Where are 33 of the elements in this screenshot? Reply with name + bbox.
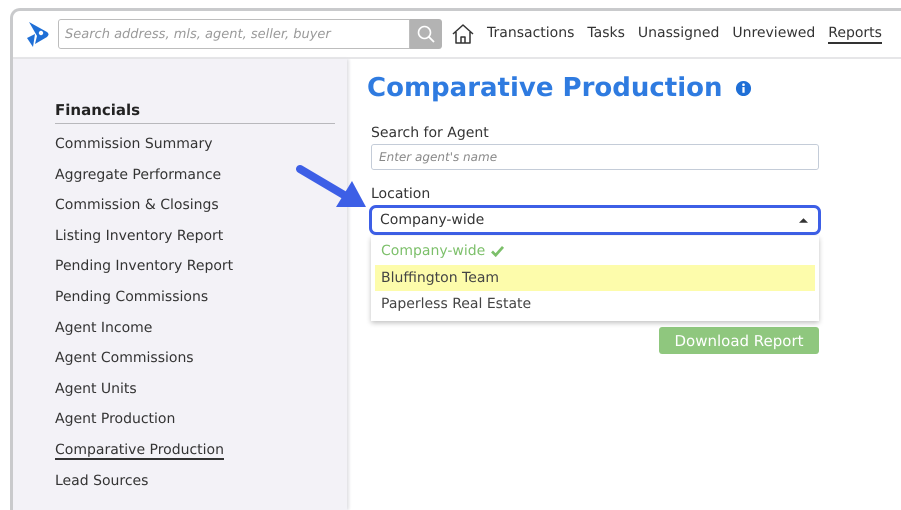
select-value: Company-wide xyxy=(380,212,484,228)
caret-icon xyxy=(799,217,808,223)
page-title: Comparative Production xyxy=(367,73,723,103)
sidebar-link[interactable]: Pending Inventory Report xyxy=(55,255,234,286)
sidebar-link[interactable]: Pending Commissions xyxy=(55,286,208,317)
info-icon[interactable] xyxy=(734,80,752,96)
sidebar-link[interactable]: Agent Income xyxy=(55,316,152,348)
sidebar-link[interactable]: Comparative Production xyxy=(55,438,224,470)
sidebar-link[interactable]: Commission & Closings xyxy=(55,194,219,225)
nav-link[interactable]: Transactions xyxy=(487,24,574,44)
sidebar-link[interactable]: Listing Inventory Report xyxy=(55,224,224,256)
nav-link[interactable]: Unreviewed xyxy=(732,24,816,44)
sidebar-link[interactable]: Lead Sources xyxy=(55,470,148,500)
field-label: Location xyxy=(371,186,432,202)
sidebar-link[interactable]: Agent Production xyxy=(55,408,176,439)
nav-link[interactable]: Tasks xyxy=(587,24,625,44)
logo-icon xyxy=(25,20,51,48)
home-icon[interactable] xyxy=(451,23,475,45)
sidebar-link[interactable]: Agent Commissions xyxy=(55,347,194,378)
agent-search-field[interactable]: Enter agent's name xyxy=(371,144,819,170)
sidebar-link[interactable]: Aggregate Performance xyxy=(55,164,222,194)
dropdown-option[interactable]: Paperless Real Estate xyxy=(375,291,815,318)
dropdown-option[interactable]: Bluffington Team xyxy=(375,264,815,291)
sidebar-link[interactable]: Commission Summary xyxy=(55,133,213,164)
search-field[interactable]: Search address, mls, agent, seller, buyer xyxy=(58,19,410,49)
check-icon xyxy=(491,246,504,257)
search-icon xyxy=(416,24,436,44)
nav-link[interactable]: Unassigned xyxy=(638,24,720,44)
sidebar-link[interactable]: Agent Units xyxy=(55,378,137,408)
nav-link[interactable]: Reports xyxy=(828,24,882,44)
location-select[interactable]: Company-wide xyxy=(369,205,821,235)
field-label: Search for Agent xyxy=(371,125,490,141)
section-heading: Financials xyxy=(55,101,335,124)
